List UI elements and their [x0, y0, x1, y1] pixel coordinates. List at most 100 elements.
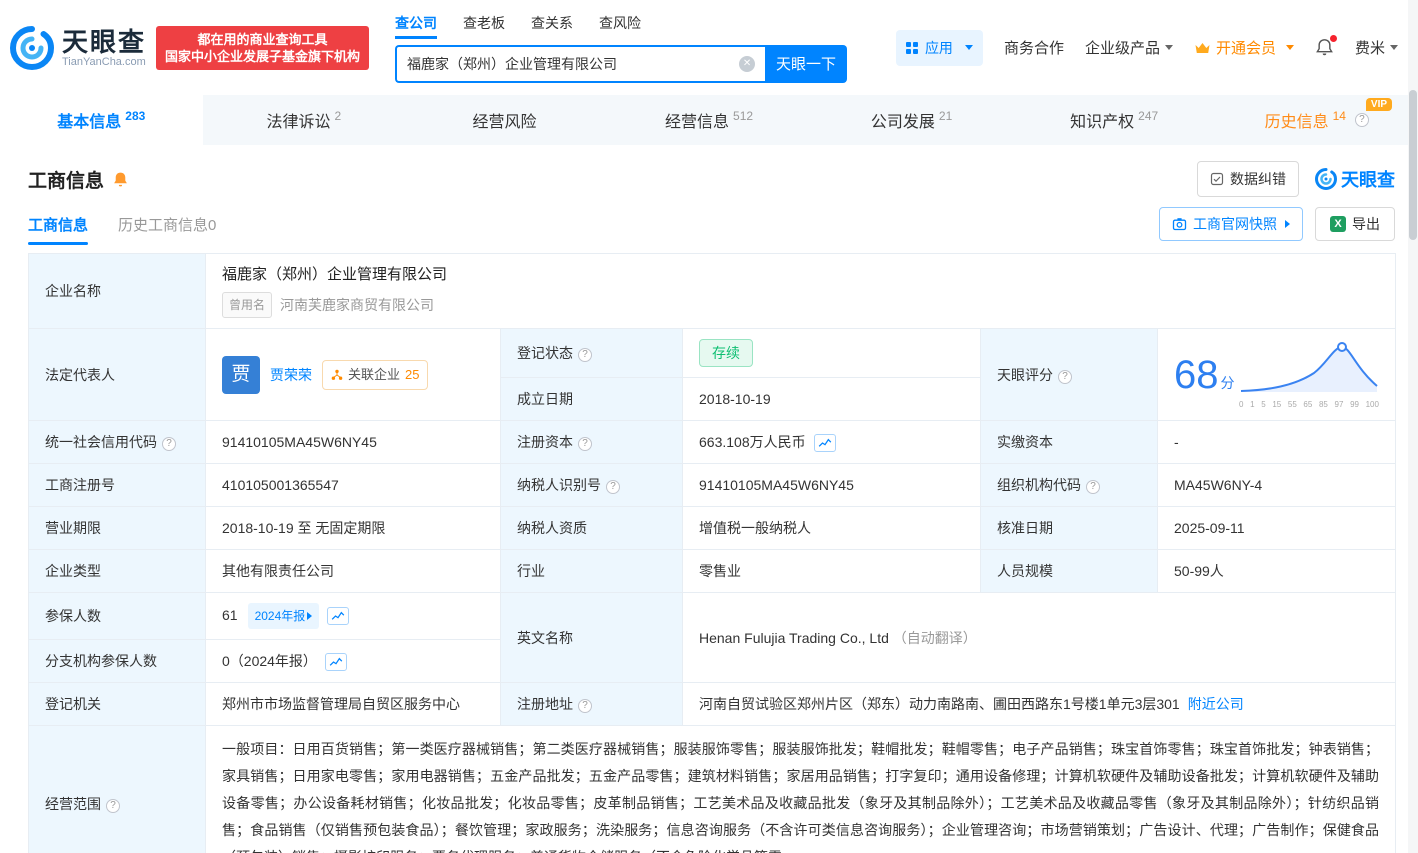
apps-label: 应用 [925, 38, 953, 58]
search-tab-relation[interactable]: 查关系 [531, 13, 573, 39]
header-right: 应用 商务合作 企业级产品 开通会员 费米 [896, 30, 1398, 66]
biz-cooperation-link[interactable]: 商务合作 [1004, 37, 1064, 58]
tab-label: 经营风险 [472, 108, 536, 132]
tab-basic-info[interactable]: 基本信息 283 [0, 95, 203, 145]
org-code-cell: MA45W6NY-4 [1158, 464, 1396, 507]
open-vip-link[interactable]: 开通会员 [1194, 37, 1294, 58]
user-menu[interactable]: 费米 [1355, 37, 1398, 58]
legal-rep-name-link[interactable]: 贾荣荣 [270, 364, 312, 386]
taxpayer-id-cell: 91410105MA45W6NY45 [683, 464, 981, 507]
reg-no-label: 工商注册号 [45, 477, 115, 493]
score-unit: 分 [1221, 372, 1235, 394]
tab-label: 公司发展 [871, 108, 935, 132]
trend-chart-icon[interactable] [814, 434, 836, 452]
tab-count: 283 [125, 109, 145, 123]
axis-tick: 55 [1288, 400, 1297, 409]
info-icon[interactable]: ? [1086, 480, 1100, 494]
clear-search-icon[interactable]: ✕ [739, 56, 755, 72]
annual-report-tag[interactable]: 2024年报 [248, 603, 320, 629]
info-icon[interactable]: ? [1058, 370, 1072, 384]
subtab-history-registration[interactable]: 历史工商信息0 [118, 202, 216, 247]
tab-history-info[interactable]: 历史信息 14 ? VIP [1215, 95, 1418, 145]
row-business-scope: 经营范围? 一般项目：日用百货销售；第一类医疗器械销售；第二类医疗器械销售；服装… [29, 726, 1396, 853]
industry: 零售业 [699, 563, 741, 579]
row-credit-code: 统一社会信用代码? 91410105MA45W6NY45 注册资本? 663.1… [29, 421, 1396, 464]
tianyancha-logo[interactable]: 天眼查 TianYanCha.com [10, 26, 146, 70]
subtab-business-registration[interactable]: 工商信息 [28, 202, 88, 247]
company-type-label-cell: 企业类型 [29, 550, 206, 593]
tab-legal-litigation[interactable]: 法律诉讼 2 [203, 95, 406, 145]
reg-capital-cell: 663.108万人民币 [683, 421, 981, 464]
score-label-cell: 天眼评分? [981, 329, 1158, 421]
chevron-down-icon [1165, 45, 1173, 50]
tab-company-development[interactable]: 公司发展 21 [810, 95, 1013, 145]
est-date-cell: 2018-10-19 [683, 378, 981, 421]
axis-tick: 5 [1261, 400, 1265, 409]
search-tab-risk[interactable]: 查风险 [599, 13, 641, 39]
official-snapshot-button[interactable]: 工商官网快照 [1159, 207, 1303, 241]
tab-intellectual-property[interactable]: 知识产权 247 [1013, 95, 1216, 145]
score-cell: 68 分 0 1 5 [1158, 329, 1396, 421]
chevron-right-icon [307, 612, 312, 620]
tab-operation-risk[interactable]: 经营风险 [405, 95, 608, 145]
taxpayer-id-label-cell: 纳税人识别号? [501, 464, 683, 507]
related-companies-tag[interactable]: 关联企业 25 [322, 360, 428, 390]
search-tab-boss[interactable]: 查老板 [463, 13, 505, 39]
section-title: 工商信息 [28, 166, 104, 193]
est-date-label: 成立日期 [517, 391, 573, 407]
data-correction-button[interactable]: 数据纠错 [1197, 161, 1299, 197]
logo-text: 天眼查 TianYanCha.com [62, 28, 146, 68]
trend-chart-icon[interactable] [325, 653, 347, 671]
apps-menu-button[interactable]: 应用 [896, 30, 983, 66]
info-icon[interactable]: ? [606, 480, 620, 494]
subscribe-bell-icon[interactable] [112, 171, 129, 188]
section-header-right: 数据纠错 天眼查 [1197, 161, 1395, 197]
tab-label: 法律诉讼 [267, 108, 331, 132]
legal-rep-avatar[interactable]: 贾 [222, 356, 260, 394]
notifications-bell[interactable] [1315, 38, 1334, 57]
notification-dot [1330, 35, 1337, 42]
tianyancha-watermark: 天眼查 [1315, 166, 1395, 192]
scrollbar-thumb[interactable] [1409, 90, 1417, 240]
search-input[interactable] [395, 45, 765, 83]
axis-tick: 100 [1366, 400, 1379, 409]
score-distribution-chart: 0 1 5 15 55 65 85 97 99 100 [1239, 340, 1379, 409]
info-icon[interactable]: ? [578, 437, 592, 451]
row-business-term: 营业期限 2018-10-19 至 无固定期限 纳税人资质 增值税一般纳税人 核… [29, 507, 1396, 550]
tab-business-info[interactable]: 经营信息 512 [608, 95, 811, 145]
industry-label-cell: 行业 [501, 550, 683, 593]
logo-swirl-icon [1315, 168, 1337, 190]
english-name: Henan Fulujia Trading Co., Ltd [699, 630, 889, 646]
trend-chart-icon[interactable] [327, 607, 349, 625]
search-tab-company[interactable]: 查公司 [395, 13, 437, 39]
company-type: 其他有限责任公司 [222, 563, 334, 579]
export-button[interactable]: X 导出 [1315, 207, 1395, 241]
logo-title: 天眼查 [62, 28, 146, 56]
scrollbar[interactable] [1408, 0, 1418, 853]
info-icon[interactable]: ? [162, 437, 176, 451]
legal-rep-label-cell: 法定代表人 [29, 329, 206, 421]
enterprise-product-label: 企业级产品 [1085, 37, 1160, 58]
crown-icon [1194, 41, 1211, 55]
axis-tick: 1 [1250, 400, 1254, 409]
reg-capital-label: 注册资本 [517, 434, 573, 450]
info-icon[interactable]: ? [1355, 113, 1369, 127]
company-type-label: 企业类型 [45, 563, 101, 579]
info-icon[interactable]: ? [578, 348, 592, 362]
enterprise-product-menu[interactable]: 企业级产品 [1085, 37, 1173, 58]
former-name: 河南芙鹿家商贸有限公司 [280, 294, 434, 316]
nearby-companies-link[interactable]: 附近公司 [1188, 696, 1244, 712]
logo-domain: TianYanCha.com [62, 56, 146, 68]
search-input-wrap: ✕ [395, 45, 765, 83]
search-button[interactable]: 天眼一下 [765, 45, 847, 83]
info-icon[interactable]: ? [106, 799, 120, 813]
authority-cell: 郑州市市场监督管理局自贸区服务中心 [206, 683, 501, 726]
credit-code-cell: 91410105MA45W6NY45 [206, 421, 501, 464]
top-header: 天眼查 TianYanCha.com 都在用的商业查询工具 国家中小企业发展子基… [0, 0, 1418, 95]
reg-capital: 663.108万人民币 [699, 434, 806, 450]
industry-label: 行业 [517, 563, 545, 579]
info-icon[interactable]: ? [578, 699, 592, 713]
taxpayer-quality-label: 纳税人资质 [517, 520, 587, 536]
english-name-note: （自动翻译） [893, 630, 977, 646]
insured-cell: 612024年报 [206, 593, 501, 640]
